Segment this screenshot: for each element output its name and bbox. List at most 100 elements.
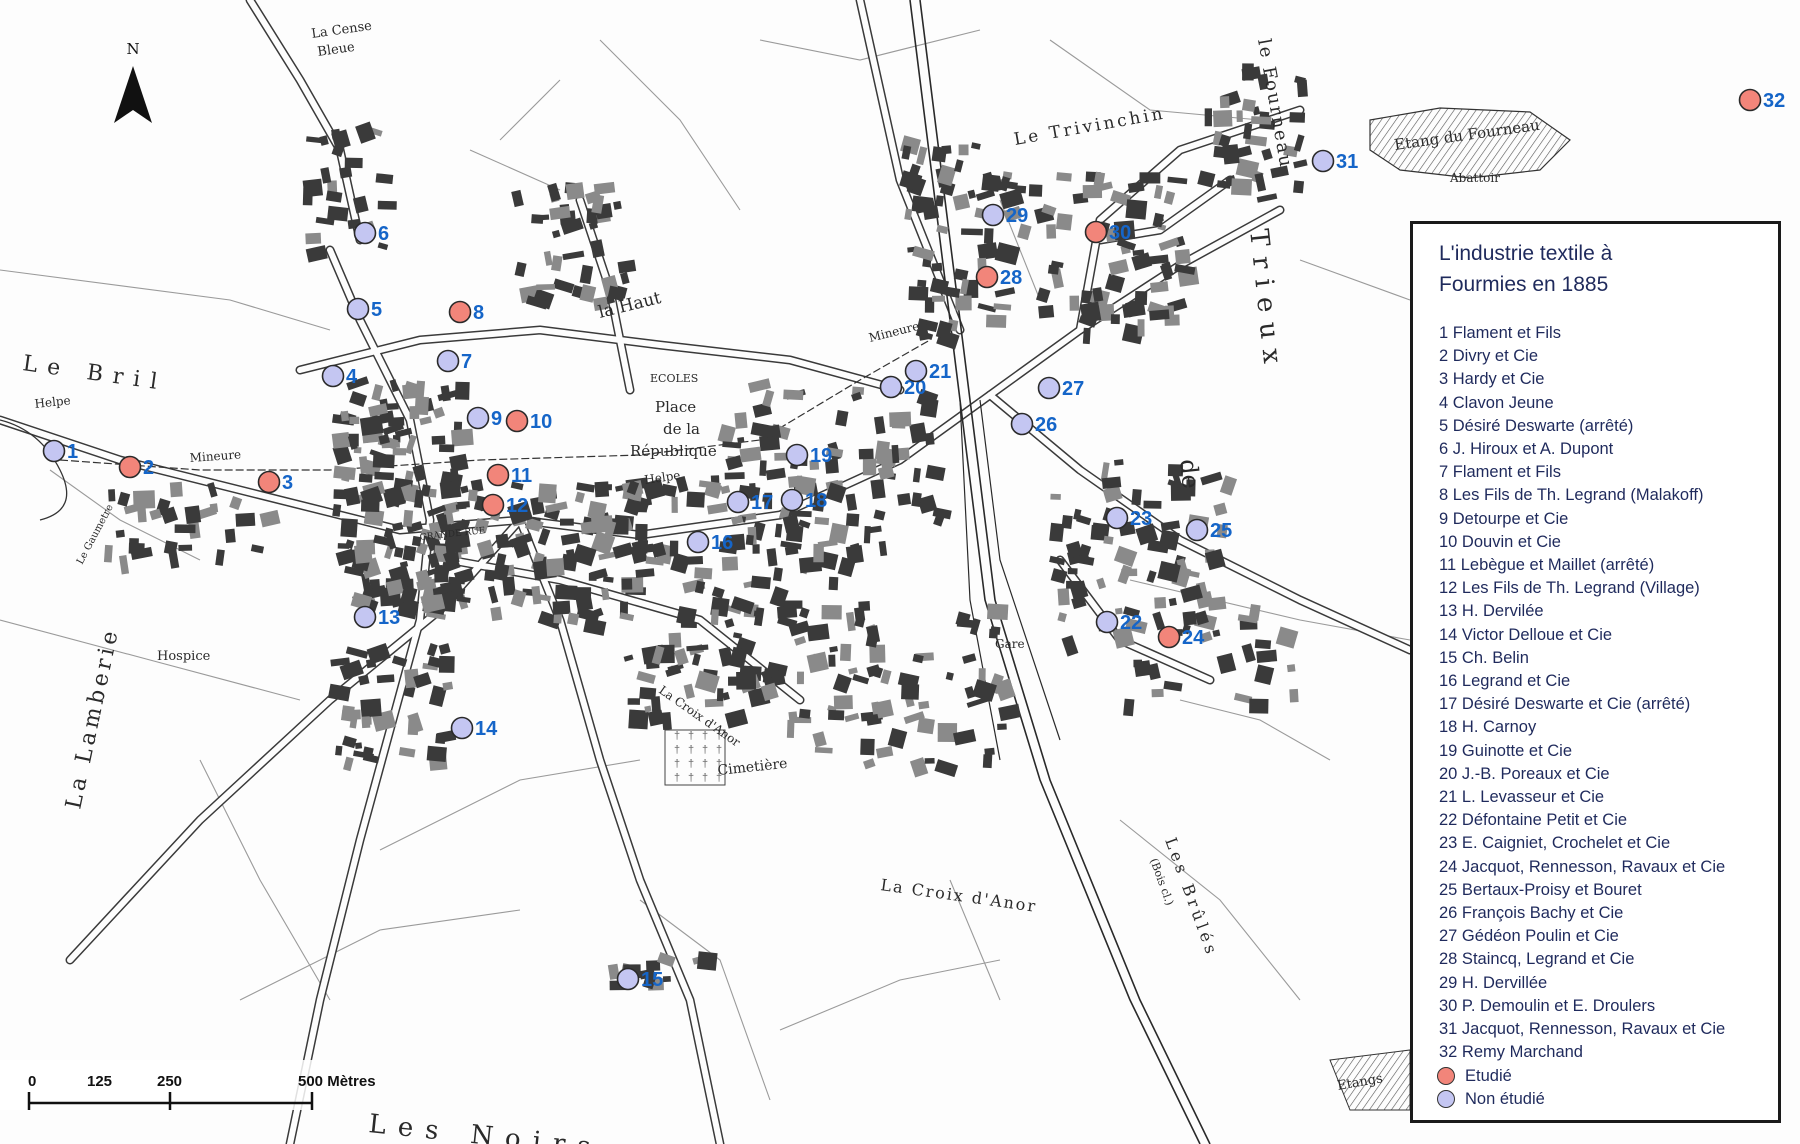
legend-item: 26 François Bachy et Cie (1439, 904, 1624, 923)
factory-marker-label: 3 (282, 472, 293, 494)
factory-marker-label: 17 (751, 492, 773, 514)
legend-item: 19 Guinotte et Cie (1439, 741, 1572, 760)
legend-item: 2 Divry et Cie (1439, 347, 1539, 366)
scale-tick-0: 0 (28, 1073, 36, 1090)
factory-marker-not-studied[interactable] (321, 364, 345, 388)
legend-item: 29 H. Dervillée (1439, 973, 1548, 992)
factory-marker-label: 9 (491, 408, 502, 430)
factory-marker-studied[interactable] (448, 300, 472, 324)
legend-key-not-studied: Non étudié (1437, 1088, 1778, 1111)
factory-marker-label: 22 (1120, 612, 1142, 634)
legend-item: 6 J. Hiroux et A. Dupont (1439, 440, 1614, 459)
label-ecoles: ECOLES (650, 372, 698, 385)
legend-item: 30 P. Demoulin et E. Droulers (1439, 996, 1656, 1015)
factory-marker-not-studied[interactable] (353, 221, 377, 245)
legend-item: 16 Legrand et Cie (1439, 672, 1571, 691)
factory-marker-label: 14 (475, 718, 498, 740)
factory-marker-label: 5 (371, 299, 382, 321)
legend-item: 9 Detourpe et Cie (1439, 509, 1569, 528)
legend-item: 22 Défontaine Petit et Cie (1439, 811, 1628, 830)
factory-marker-not-studied[interactable] (1311, 149, 1335, 173)
factory-marker-label: 24 (1182, 627, 1205, 649)
scale-bar: 0 125 250 500 Mètres (0, 1060, 376, 1110)
factory-marker-not-studied[interactable] (42, 439, 66, 463)
factory-marker-not-studied[interactable] (616, 967, 640, 991)
factory-marker-label: 28 (1000, 267, 1022, 289)
legend-item: 11 Lebègue et Maillet (arrêté) (1439, 556, 1655, 575)
cimetiere-area (664, 729, 726, 786)
label-gare: Gare (995, 637, 1025, 651)
factory-marker-studied[interactable] (486, 463, 510, 487)
factory-marker-label: 10 (530, 411, 552, 433)
factory-marker-label: 31 (1336, 151, 1358, 173)
factory-marker-studied[interactable] (1157, 625, 1181, 649)
legend-item: 31 Jacquot, Rennesson, Ravaux et Cie (1439, 1020, 1726, 1039)
legend-item: 5 Désiré Deswarte (arrêté) (1439, 416, 1634, 435)
factory-marker-label: 6 (378, 223, 389, 245)
factory-marker-not-studied[interactable] (686, 530, 710, 554)
legend-item: 24 Jacquot, Rennesson, Ravaux et Cie (1439, 857, 1726, 876)
scale-tick-125: 125 (87, 1073, 112, 1090)
label-place-2: de la (663, 420, 700, 438)
legend-key-studied-label: Etudié (1465, 1066, 1512, 1085)
factory-marker-not-studied[interactable] (353, 605, 377, 629)
factory-marker-label: 26 (1035, 414, 1057, 436)
factory-marker-studied[interactable] (257, 470, 281, 494)
factory-marker-not-studied[interactable] (1010, 412, 1034, 436)
legend-item: 32 Remy Marchand (1439, 1043, 1583, 1062)
factory-marker-label: 27 (1062, 378, 1084, 400)
factory-marker-studied[interactable] (975, 265, 999, 289)
legend-key-not-studied-label: Non étudié (1465, 1089, 1545, 1108)
factory-marker-not-studied[interactable] (436, 349, 460, 373)
factory-marker-label: 30 (1109, 222, 1131, 244)
factory-marker-label: 4 (346, 366, 358, 388)
factory-marker-not-studied[interactable] (450, 716, 474, 740)
factory-marker-studied[interactable] (481, 493, 505, 517)
factory-marker-not-studied[interactable] (346, 297, 370, 321)
factory-marker-studied[interactable] (505, 409, 529, 433)
factory-marker-not-studied[interactable] (466, 406, 490, 430)
legend-panel: L'industrie textile à Fourmies en 1885 1… (1410, 221, 1781, 1123)
studied-dot-icon (1437, 1067, 1455, 1086)
legend-item: 21 L. Levasseur et Cie (1439, 788, 1605, 807)
label-place-3: République (630, 442, 717, 460)
legend-item: 20 J.-B. Poreaux et Cie (1439, 764, 1610, 783)
not-studied-dot-icon (1437, 1090, 1455, 1109)
legend-item: 15 Ch. Belin (1439, 648, 1529, 667)
factory-marker-not-studied[interactable] (726, 490, 750, 514)
factory-marker-label: 19 (810, 445, 832, 467)
factory-marker-label: 16 (711, 532, 733, 554)
factory-marker-label: 11 (511, 465, 532, 487)
factory-marker-not-studied[interactable] (981, 203, 1005, 227)
factory-marker-not-studied[interactable] (1105, 506, 1129, 530)
factory-marker-not-studied[interactable] (1037, 376, 1061, 400)
factory-marker-not-studied[interactable] (780, 488, 804, 512)
legend-item: 18 H. Carnoy (1439, 718, 1537, 737)
legend-item: 12 Les Fils de Th. Legrand (Village) (1439, 579, 1700, 598)
factory-marker-not-studied[interactable] (879, 375, 903, 399)
legend-title-line1: L'industrie textile à (1439, 242, 1613, 265)
label-place-1: Place (655, 398, 696, 416)
factory-marker-label: 25 (1210, 520, 1232, 542)
legend-item: 8 Les Fils de Th. Legrand (Malakoff) (1439, 486, 1704, 505)
legend-item: 25 Bertaux-Proisy et Bouret (1439, 880, 1642, 899)
north-label: N (126, 40, 139, 58)
factory-marker-label: 8 (473, 302, 484, 324)
factory-marker-studied[interactable] (1738, 88, 1762, 112)
factory-marker-label: 15 (641, 969, 663, 991)
factory-marker-studied[interactable] (1084, 220, 1108, 244)
factory-marker-not-studied[interactable] (1095, 610, 1119, 634)
legend-title: L'industrie textile à Fourmies en 1885 (1439, 238, 1778, 300)
factory-marker-label: 12 (506, 495, 528, 517)
factory-marker-studied[interactable] (118, 455, 142, 479)
legend-item: 10 Douvin et Cie (1439, 532, 1561, 551)
factory-marker-not-studied[interactable] (904, 359, 928, 383)
legend-item: 27 Gédéon Poulin et Cie (1439, 927, 1619, 946)
factory-marker-not-studied[interactable] (1185, 518, 1209, 542)
factory-marker-label: 32 (1763, 90, 1785, 112)
legend-title-line2: Fourmies en 1885 (1439, 273, 1609, 296)
factory-marker-not-studied[interactable] (785, 443, 809, 467)
legend-item: 14 Victor Delloue et Cie (1439, 625, 1613, 644)
legend-item: 4 Clavon Jeune (1439, 393, 1554, 412)
factory-marker-label: 1 (67, 441, 78, 463)
